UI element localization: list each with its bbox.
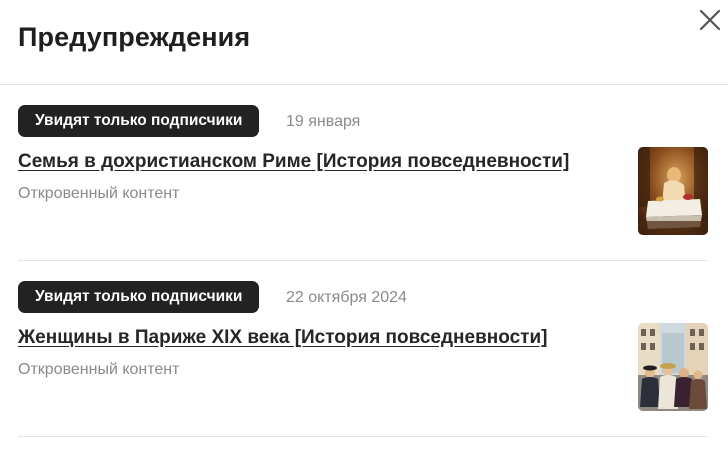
content-warning-label: Откровенный контент — [18, 185, 180, 202]
page-title: Предупреждения — [18, 22, 251, 52]
post-title-link[interactable]: Женщины в Париже XIX века [История повсе… — [18, 327, 547, 349]
close-icon — [699, 9, 721, 31]
post-date: 22 октября 2024 — [286, 289, 407, 306]
dialog-header: Предупреждения — [0, 0, 728, 85]
post-thumbnail[interactable] — [638, 323, 708, 411]
content-warning-label: Откровенный контент — [18, 361, 180, 378]
subscribers-only-badge: Увидят только подписчики — [18, 105, 260, 137]
post-title-link[interactable]: Семья в дохристианском Риме [История пов… — [18, 151, 569, 173]
roman-banquet-image — [638, 147, 708, 235]
post-thumbnail[interactable] — [638, 147, 708, 235]
close-button[interactable] — [696, 6, 724, 34]
post-date: 19 января — [286, 113, 361, 130]
subscribers-only-badge: Увидят только подписчики — [18, 281, 260, 313]
paris-street-image — [638, 323, 708, 411]
notification-item[interactable]: Увидят только подписчики 19 января Семья… — [18, 85, 708, 261]
notification-item[interactable]: Увидят только подписчики 22 октября 2024… — [18, 261, 708, 437]
